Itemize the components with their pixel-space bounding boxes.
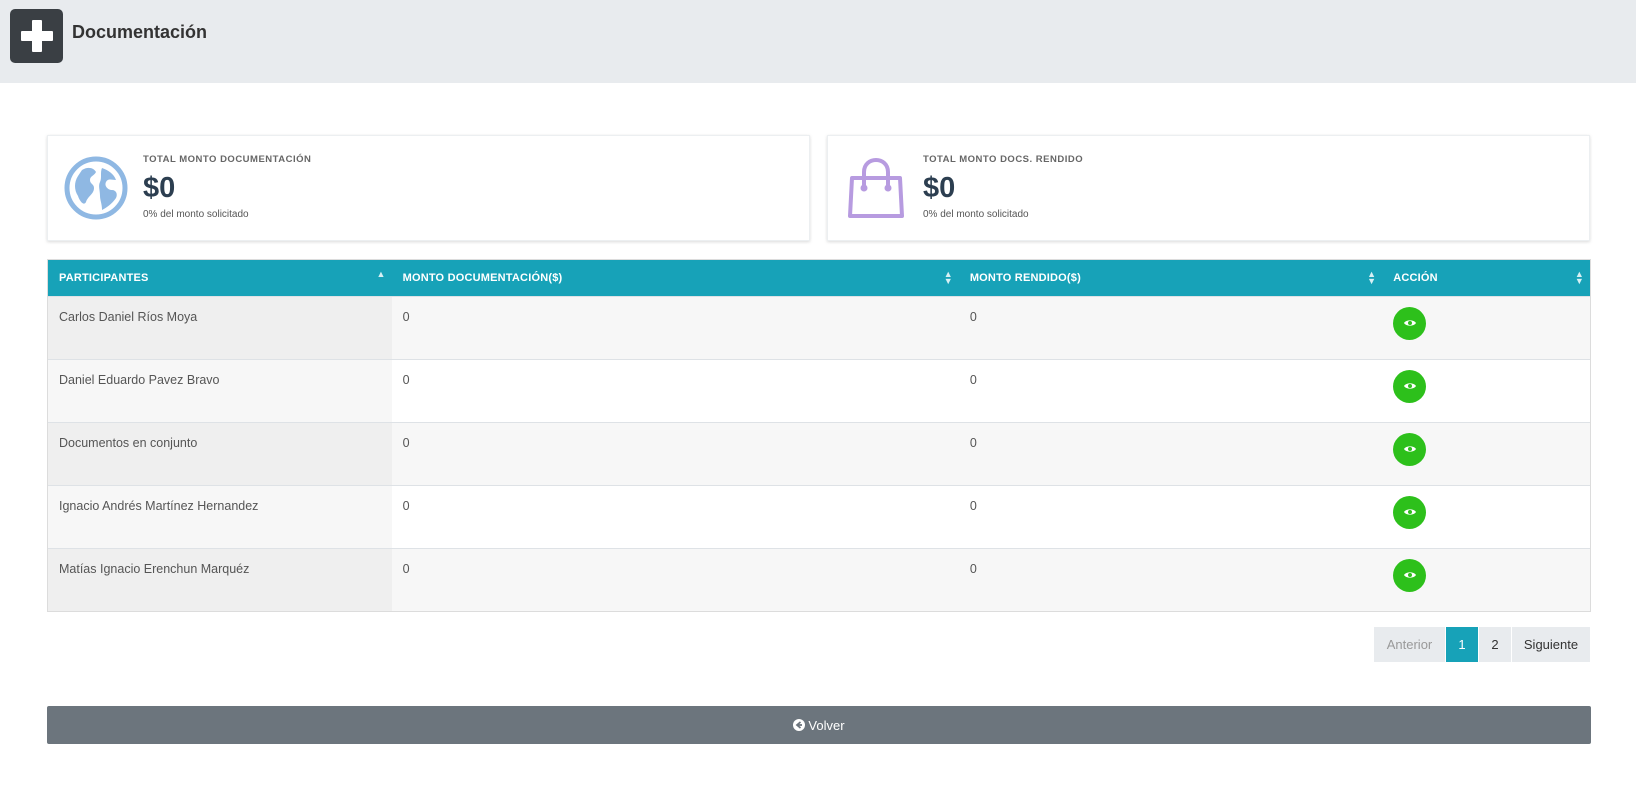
monto-documentacion-cell: 0 xyxy=(391,359,959,422)
back-button-label: Volver xyxy=(808,717,845,733)
eye-icon xyxy=(1403,572,1416,578)
eye-icon xyxy=(1403,383,1416,389)
monto-rendido-cell: 0 xyxy=(958,548,1383,611)
table-row: Documentos en conjunto 0 0 xyxy=(48,422,1590,485)
top-bar: Documentación xyxy=(0,0,1636,83)
participante-cell: Daniel Eduardo Pavez Bravo xyxy=(48,359,392,422)
action-cell xyxy=(1382,548,1590,611)
view-button[interactable] xyxy=(1393,558,1427,592)
column-header-monto-documentacion[interactable]: MONTO DOCUMENTACIÓN($) ▲ ▼ xyxy=(392,260,959,296)
column-header-accion[interactable]: ACCIÓN ▲ ▼ xyxy=(1382,260,1590,296)
monto-rendido-cell: 0 xyxy=(958,296,1383,359)
shopping-bag-icon xyxy=(844,156,908,220)
table-row: Ignacio Andrés Martínez Hernandez 0 0 xyxy=(48,485,1590,548)
monto-rendido-cell: 0 xyxy=(958,359,1383,422)
pagination-prev-button[interactable]: Anterior xyxy=(1374,627,1445,662)
card-value: $0 xyxy=(923,172,956,204)
monto-rendido-cell: 0 xyxy=(958,422,1383,485)
action-cell xyxy=(1382,422,1590,485)
participante-cell: Documentos en conjunto xyxy=(48,422,392,485)
sort-icon[interactable]: ▲ ▼ xyxy=(944,270,953,286)
view-button[interactable] xyxy=(1393,369,1427,403)
eye-icon xyxy=(1403,446,1416,452)
view-button[interactable] xyxy=(1393,432,1427,466)
table-row: Daniel Eduardo Pavez Bravo 0 0 xyxy=(48,359,1590,422)
table-row: Carlos Daniel Ríos Moya 0 0 xyxy=(48,296,1590,359)
total-documentacion-card: TOTAL MONTO DOCUMENTACIÓN $0 0% del mont… xyxy=(47,135,810,241)
participante-cell: Carlos Daniel Ríos Moya xyxy=(48,296,392,359)
column-header-label: MONTO DOCUMENTACIÓN($) xyxy=(402,271,563,284)
card-label: TOTAL MONTO DOCS. RENDIDO xyxy=(923,154,1084,165)
sort-icon[interactable]: ▲ ▼ xyxy=(1367,270,1376,286)
monto-documentacion-cell: 0 xyxy=(391,548,959,611)
eye-icon xyxy=(1403,320,1416,326)
participants-table: PARTICIPANTES ▲ MONTO DOCUMENTACIÓN($) ▲… xyxy=(47,259,1591,612)
table-row: Matías Ignacio Erenchun Marquéz 0 0 xyxy=(48,548,1590,611)
card-label: TOTAL MONTO DOCUMENTACIÓN xyxy=(143,154,312,165)
sort-asc-icon[interactable]: ▲ xyxy=(376,270,385,279)
participante-cell: Ignacio Andrés Martínez Hernandez xyxy=(48,485,392,548)
sort-icon[interactable]: ▲ ▼ xyxy=(1575,270,1584,286)
column-header-participantes[interactable]: PARTICIPANTES ▲ xyxy=(48,260,392,296)
page-title: Documentación xyxy=(72,22,208,42)
monto-documentacion-cell: 0 xyxy=(391,296,959,359)
participante-cell: Matías Ignacio Erenchun Marquéz xyxy=(48,548,392,611)
card-subtext: 0% del monto solicitado xyxy=(923,209,1029,220)
pagination-next-button[interactable]: Siguiente xyxy=(1512,627,1590,662)
globe-icon xyxy=(64,156,128,220)
plus-icon[interactable] xyxy=(10,9,63,63)
eye-icon xyxy=(1403,509,1416,515)
card-value: $0 xyxy=(143,172,176,204)
action-cell xyxy=(1382,359,1590,422)
action-cell xyxy=(1382,296,1590,359)
back-button[interactable]: Volver xyxy=(47,706,1591,744)
arrow-circle-left-icon xyxy=(793,719,806,731)
card-subtext: 0% del monto solicitado xyxy=(143,209,249,220)
monto-documentacion-cell: 0 xyxy=(391,422,959,485)
monto-documentacion-cell: 0 xyxy=(391,485,959,548)
column-header-label: PARTICIPANTES xyxy=(59,271,149,284)
table-header-row: PARTICIPANTES ▲ MONTO DOCUMENTACIÓN($) ▲… xyxy=(48,260,1590,296)
column-header-label: MONTO RENDIDO($) xyxy=(969,271,1081,284)
pagination-page-2[interactable]: 2 xyxy=(1479,627,1511,662)
pagination: Anterior 1 2 Siguiente xyxy=(1373,627,1590,662)
column-header-label: ACCIÓN xyxy=(1393,271,1438,284)
view-button[interactable] xyxy=(1393,306,1427,340)
monto-rendido-cell: 0 xyxy=(958,485,1383,548)
action-cell xyxy=(1382,485,1590,548)
column-header-monto-rendido[interactable]: MONTO RENDIDO($) ▲ ▼ xyxy=(959,260,1382,296)
total-rendido-card: TOTAL MONTO DOCS. RENDIDO $0 0% del mont… xyxy=(827,135,1590,241)
pagination-page-1[interactable]: 1 xyxy=(1446,627,1478,662)
view-button[interactable] xyxy=(1393,495,1427,529)
